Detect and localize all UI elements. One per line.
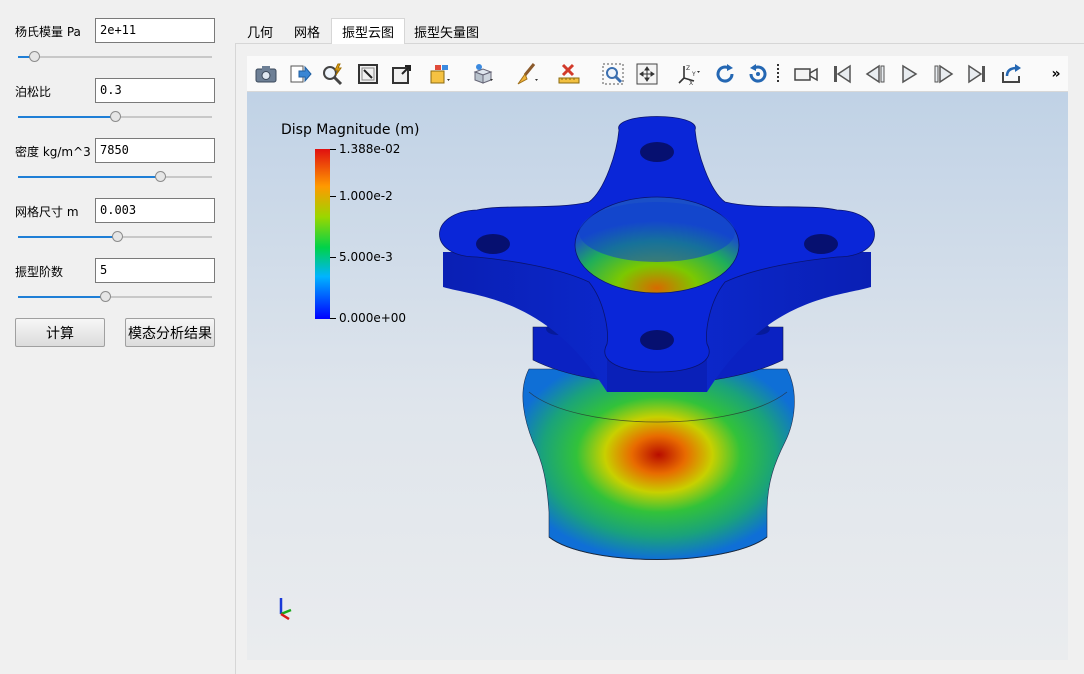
legend-label-mid-high: 1.000e-2 bbox=[339, 189, 393, 203]
legend-label-min: 0.000e+00 bbox=[339, 311, 407, 325]
youngs-modulus-label: 杨氏模量 Pa bbox=[15, 25, 81, 39]
mesh-size-label: 网格尺寸 m bbox=[15, 205, 79, 219]
slider-track bbox=[18, 56, 212, 58]
mode-order-slider[interactable] bbox=[18, 290, 212, 304]
slider-fill bbox=[18, 236, 117, 238]
magnify-lightning-icon[interactable] bbox=[319, 60, 347, 88]
slider-thumb[interactable] bbox=[110, 111, 121, 122]
zoom-box-icon[interactable] bbox=[388, 60, 416, 88]
svg-text:Z: Z bbox=[686, 65, 690, 72]
viewer-toolbar: ZYX » bbox=[247, 56, 1068, 92]
slider-thumb[interactable] bbox=[100, 291, 112, 302]
fit-all-icon[interactable] bbox=[633, 60, 661, 88]
legend-tick-mid-low bbox=[330, 257, 336, 258]
next-frame-icon[interactable] bbox=[929, 60, 957, 88]
compute-button[interactable]: 计算 bbox=[15, 318, 105, 347]
video-camera-icon[interactable] bbox=[792, 60, 820, 88]
mode-order-input[interactable]: 5 bbox=[95, 258, 215, 283]
tab-geometry[interactable]: 几何 bbox=[237, 18, 283, 44]
density-label: 密度 kg/m^3 bbox=[15, 145, 91, 159]
prev-frame-icon[interactable] bbox=[862, 60, 890, 88]
toolbar-overflow-button[interactable]: » bbox=[1046, 60, 1066, 88]
rotate-cw-icon[interactable] bbox=[711, 60, 739, 88]
svg-text:X: X bbox=[689, 80, 693, 86]
select-box-icon[interactable] bbox=[354, 60, 382, 88]
slider-thumb[interactable] bbox=[154, 171, 166, 182]
render-viewport[interactable]: Disp Magnitude (m) 1.388e-02 1.000e-2 5.… bbox=[247, 92, 1068, 660]
poisson-ratio-input[interactable]: 0.3 bbox=[95, 78, 215, 103]
mesh-size-input[interactable]: 0.003 bbox=[95, 198, 215, 223]
tab-mode-contour[interactable]: 振型云图 bbox=[331, 18, 406, 44]
rotate-ccw-icon[interactable] bbox=[744, 60, 772, 88]
brush-icon[interactable] bbox=[512, 60, 540, 88]
slider-fill bbox=[18, 116, 115, 118]
last-frame-icon[interactable] bbox=[963, 60, 991, 88]
slider-thumb[interactable] bbox=[111, 231, 123, 242]
delete-measure-icon[interactable] bbox=[555, 60, 583, 88]
poisson-ratio-slider[interactable] bbox=[18, 110, 212, 124]
svg-text:Y: Y bbox=[691, 71, 696, 78]
camera-icon[interactable] bbox=[252, 60, 280, 88]
slider-thumb[interactable] bbox=[28, 51, 40, 62]
density-input[interactable]: 7850 bbox=[95, 138, 215, 163]
legend-tick-mid-high bbox=[330, 196, 336, 197]
density-slider[interactable] bbox=[18, 170, 212, 184]
zoom-to-box-icon[interactable] bbox=[599, 60, 627, 88]
axes-icon[interactable]: ZYX bbox=[674, 60, 702, 88]
export-arrow-icon[interactable] bbox=[286, 60, 314, 88]
legend-tick-min bbox=[330, 318, 336, 319]
slider-fill bbox=[18, 296, 106, 298]
legend-color-bar bbox=[315, 149, 330, 319]
color-legend: Disp Magnitude (m) 1.388e-02 1.000e-2 5.… bbox=[281, 122, 481, 332]
legend-label-max: 1.388e-02 bbox=[339, 142, 401, 156]
youngs-modulus-slider[interactable] bbox=[18, 50, 212, 64]
youngs-modulus-input[interactable]: 2e+11 bbox=[95, 18, 215, 43]
poisson-ratio-label: 泊松比 bbox=[15, 85, 52, 99]
render-cube-icon[interactable] bbox=[469, 60, 497, 88]
first-frame-icon[interactable] bbox=[828, 60, 856, 88]
loop-icon[interactable] bbox=[998, 60, 1026, 88]
play-icon[interactable] bbox=[895, 60, 923, 88]
modal-results-button[interactable]: 模态分析结果 bbox=[125, 318, 215, 347]
legend-title: Disp Magnitude (m) bbox=[281, 122, 420, 138]
orientation-axes-icon bbox=[279, 598, 292, 620]
mode-order-label: 振型阶数 bbox=[15, 265, 64, 279]
legend-label-mid-low: 5.000e-3 bbox=[339, 250, 393, 264]
mesh-size-slider[interactable] bbox=[18, 230, 212, 244]
color-cube-icon[interactable] bbox=[426, 60, 454, 88]
tab-mesh[interactable]: 网格 bbox=[284, 18, 330, 44]
slider-fill bbox=[18, 176, 160, 178]
legend-tick-max bbox=[330, 149, 336, 150]
toolbar-separator bbox=[775, 60, 781, 88]
tab-mode-vector[interactable]: 振型矢量图 bbox=[404, 18, 489, 44]
